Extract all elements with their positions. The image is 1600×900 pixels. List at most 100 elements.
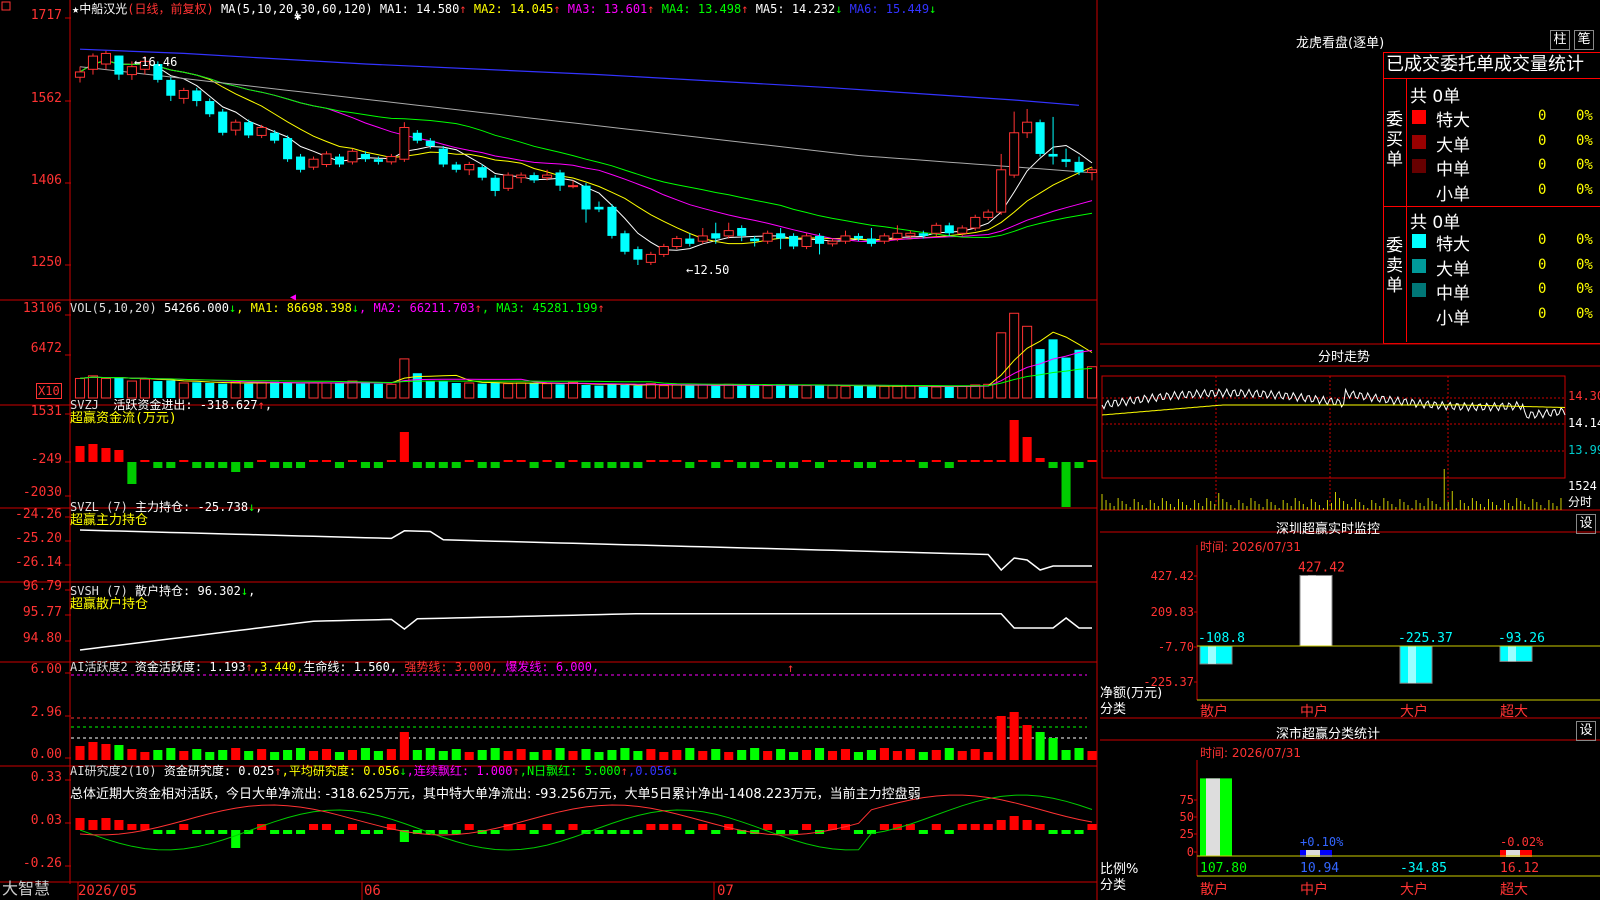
date-label-2: 06 — [364, 883, 381, 899]
research-bar — [205, 830, 215, 834]
volume-bar-up — [464, 382, 475, 399]
research-bar — [438, 830, 448, 834]
right-charts[interactable]: 14.30 14.14 13.99 1524 分时 427.42 209.83 -7.70 -2… — [1100, 0, 1600, 900]
candle-down — [555, 172, 565, 186]
volume-bar-up — [892, 385, 903, 399]
vol-value: 54266.000 — [163, 301, 229, 315]
period-label: (日线，前复权) — [127, 2, 214, 16]
sz-category: 散户 — [1200, 703, 1228, 720]
fund-flow-bar — [620, 462, 630, 468]
candle-down — [192, 90, 202, 102]
volume-bar-up — [697, 384, 708, 399]
sz-xlabel: 分类 — [1100, 702, 1127, 717]
candle-up — [658, 245, 669, 255]
ai2-research: 资金研究度: 0.025 — [163, 764, 275, 778]
activity-bar — [633, 751, 643, 760]
research-bar — [166, 830, 176, 834]
svsh-axis-label: 95.77 — [22, 605, 62, 620]
ma-values: MA1: 14.580↑ MA2: 14.045↑ MA3: 13.601↑ M… — [380, 2, 936, 16]
volume-bar-down — [296, 383, 306, 398]
ai2-arrow4: ↑ — [620, 764, 628, 778]
research-bar — [516, 824, 526, 830]
vol-ma-arrow-1: ↓ — [351, 301, 360, 315]
activity-bar — [750, 748, 760, 760]
volume-bar-down — [814, 384, 825, 398]
candle-up — [827, 240, 838, 245]
fund-flow-bar — [503, 460, 513, 462]
activity-bar — [386, 749, 396, 760]
research-bar — [464, 824, 474, 830]
research-bar — [698, 824, 708, 830]
volume-bar-down — [334, 383, 345, 398]
vol-ma-value-2: , MA2: 66211.703 — [359, 301, 475, 315]
fund-flow-bar — [737, 462, 747, 468]
fund-flow-bar — [516, 460, 526, 462]
volume-bar-down — [776, 384, 786, 398]
vol-axis-label: 13106 — [22, 301, 62, 316]
activity-bar — [192, 749, 202, 760]
research-bar — [672, 824, 682, 830]
svsh-value: 散户持仓: 96.302 — [135, 584, 241, 598]
szc-category: 中户 — [1300, 881, 1328, 898]
candle-up — [801, 235, 812, 247]
fund-flow-bar — [581, 462, 591, 468]
sz-settings-button[interactable]: 设 — [1576, 514, 1596, 534]
ma-definition: MA(5,10,20,30,60,120) — [220, 2, 373, 16]
research-bar — [283, 830, 293, 834]
price-axis-label: 1406 — [30, 173, 62, 188]
ai2-summary: 总体近期大资金相对活跃，今日大单净流出: -318.625万元，其中特大单净流出… — [70, 787, 921, 802]
activity-bar — [360, 748, 370, 760]
ai1-title: AI活跃度2 资金活跃度: 1.193↑,3.440,生命线: 1.560, 强… — [70, 660, 599, 674]
ma-value-3: MA3: 13.601 — [567, 2, 648, 16]
volume-bar-down — [620, 384, 630, 398]
activity-bar — [244, 751, 254, 760]
szc-axis-label: 50 — [1180, 810, 1194, 824]
svzj-def: SVZJ — [70, 398, 99, 412]
volume-bar-up — [723, 383, 734, 399]
fund-flow-bar — [114, 450, 124, 462]
activity-bar — [789, 752, 799, 760]
ai1-value2: ,3.440, — [252, 660, 304, 674]
ai2-last: ,0.056 — [627, 764, 672, 778]
research-bar — [114, 820, 124, 830]
volume-bar-down — [438, 381, 448, 398]
activity-bar — [1074, 748, 1084, 760]
svzj-arrow: ↑ — [257, 398, 265, 412]
candle-up — [1022, 121, 1033, 134]
volume-bar-down — [1074, 349, 1084, 398]
fund-flow-bar — [205, 462, 215, 468]
szc-settings-button[interactable]: 设 — [1576, 721, 1596, 741]
candle-down — [205, 101, 215, 115]
activity-bar — [568, 751, 578, 760]
sz-value-label: -108.8 — [1198, 631, 1245, 646]
volume-bar-up — [1009, 312, 1020, 399]
candle-up — [840, 235, 851, 242]
ma-gap — [467, 2, 474, 16]
volume-bar-up — [386, 383, 397, 399]
fund-flow-bar — [75, 446, 85, 462]
activity-bar — [698, 751, 708, 760]
fund-flow-bar — [814, 462, 825, 468]
fund-flow-bar — [257, 460, 267, 462]
date-label-1: 2026/05 — [78, 883, 138, 899]
activity-bar — [996, 716, 1006, 760]
brand-label: 大智慧 — [2, 879, 51, 898]
szc-category: 大户 — [1400, 881, 1428, 898]
volume-bar-up — [671, 384, 682, 399]
activity-bar — [529, 752, 539, 760]
fund-flow-bar — [750, 462, 760, 468]
vol-ma-arrow-2: ↑ — [474, 301, 482, 315]
fund-flow-bar — [373, 462, 383, 468]
research-bar — [101, 818, 111, 830]
research-bar — [983, 824, 993, 830]
right-panel: 龙虎看盘(逐单) 柱 笔 已成交委托单成交量统计 委买单 委卖单 共 0单 共 … — [1100, 0, 1600, 900]
sz-bar-highlight — [1408, 646, 1416, 684]
volume-bar-down — [944, 386, 954, 398]
fund-flow-bar — [905, 460, 915, 462]
fund-flow-bar — [360, 462, 370, 468]
vol-axis-label: 6472 — [30, 341, 62, 356]
vol-unit-label: X10 — [36, 383, 62, 399]
research-bar — [620, 830, 630, 834]
research-bar — [192, 830, 202, 834]
candle-up — [516, 174, 527, 179]
